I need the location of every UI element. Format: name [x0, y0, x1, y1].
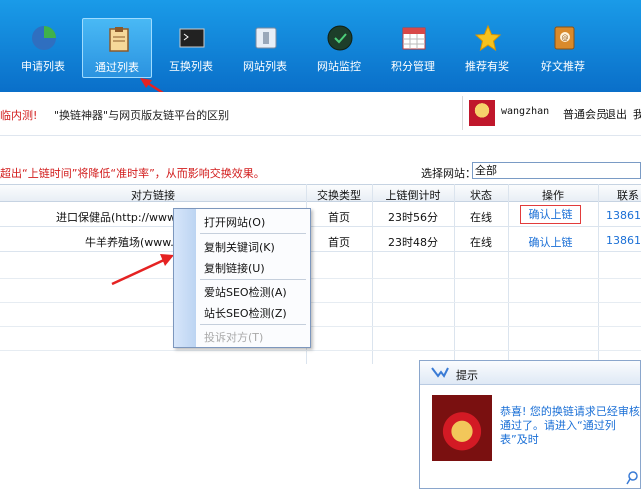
calendar-icon	[402, 27, 426, 50]
popup-message[interactable]: 恭喜! 您的换链请求已经审核通过了。请进入“通过列表”及时	[500, 405, 640, 447]
popup-title: 提示	[456, 369, 478, 382]
status-cell: 在线	[470, 211, 492, 224]
site-select[interactable]: 全部	[472, 162, 641, 179]
avatar	[469, 100, 495, 126]
notification-popup: 提示 恭喜! 您的换链请求已经审核通过了。请进入“通过列表”及时	[419, 360, 641, 489]
pie-chart-icon	[32, 26, 56, 50]
toolbar-item-exchange-list[interactable]: 互换列表	[156, 18, 226, 78]
toolbar-item-points[interactable]: 积分管理	[378, 18, 448, 78]
column-header: 对方链接	[131, 189, 175, 202]
logout-link[interactable]: 退出	[605, 106, 627, 122]
toolbar-item-site-monitor[interactable]: 网站监控	[304, 18, 374, 78]
red-arrow-annotation	[111, 254, 174, 286]
svg-text:@: @	[562, 34, 569, 42]
menu-item-open-site[interactable]: 打开网站(O)	[204, 214, 265, 230]
username: wangzhan	[501, 106, 550, 117]
table-header: 对方链接 交换类型 上链倒计时 状态 操作 联系	[0, 184, 641, 202]
menu-item-copy-link[interactable]: 复制链接(U)	[204, 260, 265, 276]
menu-item-zhanzhang-seo[interactable]: 站长SEO检测(Z)	[204, 305, 287, 321]
table-row[interactable]: 进口保健品(http://www 首页 23时56分 在线 确认上链 13861	[0, 203, 641, 227]
address-book-icon: @	[554, 26, 575, 50]
more-link[interactable]: 我	[633, 106, 641, 122]
menu-item-aizhan-seo[interactable]: 爱站SEO检测(A)	[204, 284, 287, 300]
menu-item-copy-keyword[interactable]: 复制关键词(K)	[204, 239, 275, 255]
toolbar-item-label: 网站监控	[317, 60, 361, 73]
status-cell: 在线	[470, 236, 492, 249]
main-toolbar: 申请列表 通过列表 互换列表 网站列表 网站监控 积分管理 推荐有奖 @ 好文推…	[0, 0, 641, 92]
type-cell: 首页	[328, 236, 350, 249]
popup-header: 提示	[420, 361, 640, 385]
column-header: 操作	[542, 189, 564, 202]
clipboard-icon	[109, 27, 129, 52]
toolbar-item-label: 申请列表	[21, 60, 65, 73]
user-area: wangzhan 普通会员 退出 我	[462, 96, 641, 130]
toolbar-item-apply-list[interactable]: 申请列表	[8, 18, 78, 78]
column-header: 交换类型	[317, 189, 361, 202]
context-menu: 打开网站(O) 复制关键词(K) 复制链接(U) 爱站SEO检测(A) 站长SE…	[173, 208, 311, 348]
confirm-link-button[interactable]: 确认上链	[520, 234, 581, 250]
column-header: 上链倒计时	[385, 189, 441, 202]
column-header: 状态	[470, 189, 492, 202]
notice-link[interactable]: "换链神器"与网页版友链平台的区别	[54, 107, 229, 123]
countdown-cell: 23时56分	[388, 211, 438, 224]
table-row[interactable]: 牛羊养殖场(www.n 首页 23时48分 在线 确认上链 13861	[0, 228, 641, 252]
toolbar-item-site-list[interactable]: 网站列表	[230, 18, 300, 78]
terminal-icon	[179, 28, 205, 48]
confirm-link-button[interactable]: 确认上链	[520, 205, 581, 224]
toolbar-item-label: 推荐有奖	[465, 60, 509, 73]
chat-bubble-icon	[431, 367, 449, 378]
toolbar-item-approved-list[interactable]: 通过列表	[82, 18, 152, 78]
type-cell: 首页	[328, 211, 350, 224]
filter-bar: 超出“上链时间”将降低“准时率”，从而影响交换效果。 选择网站： 全部	[0, 152, 641, 180]
star-icon	[474, 24, 502, 52]
search-icon[interactable]	[626, 471, 638, 485]
contact-cell[interactable]: 13861	[606, 234, 641, 247]
warning-text: 超出“上链时间”将降低“准时率”，从而影响交换效果。	[0, 167, 265, 180]
toolbar-item-referral[interactable]: 推荐有奖	[452, 18, 522, 78]
toolbar-item-articles[interactable]: @ 好文推荐	[528, 18, 598, 78]
popup-image	[432, 395, 492, 461]
toolbar-item-label: 积分管理	[391, 60, 435, 73]
toolbar-item-label: 好文推荐	[541, 60, 585, 73]
contact-cell[interactable]: 13861	[606, 209, 641, 222]
member-type: 普通会员	[563, 108, 607, 121]
info-bar: 临内测! "换链神器"与网页版友链平台的区别 wangzhan 普通会员 退出 …	[0, 92, 641, 136]
countdown-cell: 23时48分	[388, 236, 438, 249]
toolbar-item-label: 网站列表	[243, 60, 287, 73]
site-select-label: 选择网站：	[421, 167, 476, 180]
column-header: 联系	[617, 189, 639, 202]
menu-item-complain: 投诉对方(T)	[204, 331, 264, 344]
monitor-globe-icon	[327, 25, 353, 51]
window-icon	[255, 27, 277, 49]
notice-red-text[interactable]: 临内测!	[0, 107, 37, 123]
link-table: 对方链接 交换类型 上链倒计时 状态 操作 联系 进口保健品(http://ww…	[0, 184, 641, 364]
